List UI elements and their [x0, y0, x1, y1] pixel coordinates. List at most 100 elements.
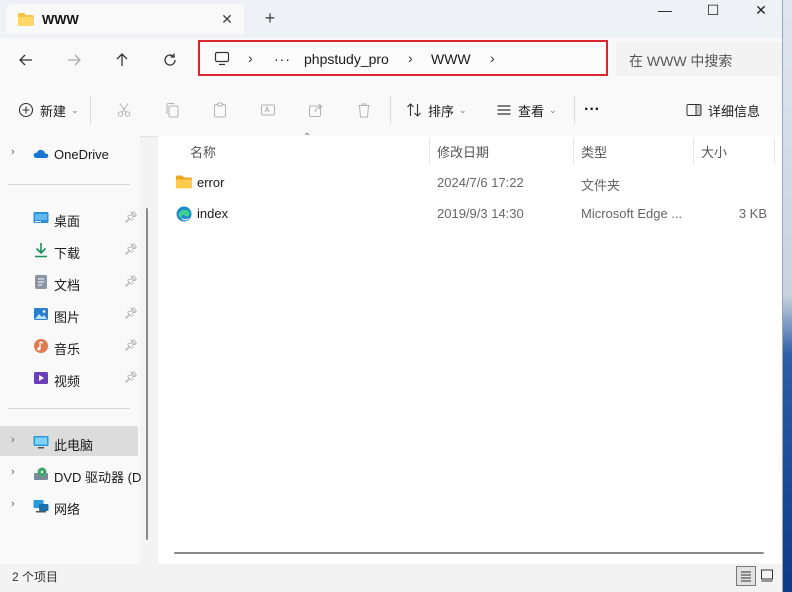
large-icons-view-button[interactable]: [758, 566, 778, 586]
breadcrumb-phpstudy-pro[interactable]: phpstudy_pro: [304, 51, 389, 67]
search-box[interactable]: 在 WWW 中搜索: [616, 42, 782, 76]
maximize-button[interactable]: ☐: [690, 0, 736, 22]
details-view-button[interactable]: [736, 566, 756, 586]
column-divider[interactable]: [774, 138, 775, 164]
command-bar: 新建 ⌄ 排序 ⌄ 查看 ⌄ ··· 详细信息: [0, 82, 782, 137]
rename-button[interactable]: [260, 100, 276, 120]
column-divider[interactable]: [573, 138, 574, 164]
sidebar-item-this-pc[interactable]: › 此电脑: [0, 426, 138, 456]
sort-ascending-icon: ⌃: [303, 132, 312, 143]
document-icon: [33, 274, 49, 290]
navigation-pane-scrollbar[interactable]: [146, 208, 148, 540]
cloud-icon: [33, 146, 49, 162]
pin-icon[interactable]: 📌︎: [124, 339, 138, 352]
sidebar-label-onedrive: OneDrive: [54, 147, 109, 162]
new-button[interactable]: 新建 ⌄: [18, 100, 79, 120]
pin-icon[interactable]: 📌︎: [124, 371, 138, 384]
sidebar-item-desktop[interactable]: 桌面 📌︎: [0, 202, 138, 232]
file-modified: 2024/7/6 17:22: [437, 175, 524, 190]
sidebar-item-network[interactable]: › 网络: [0, 490, 138, 520]
arrow-up-icon: [116, 53, 128, 66]
file-type: Microsoft Edge ...: [581, 206, 683, 221]
sidebar-item-downloads[interactable]: 下载 📌︎: [0, 234, 138, 264]
sort-button[interactable]: 排序 ⌄: [406, 100, 467, 120]
tab-close-button[interactable]: ✕: [218, 10, 236, 28]
music-icon: [33, 338, 49, 354]
picture-icon: [33, 306, 49, 322]
chevron-down-icon: ⌄: [71, 104, 79, 115]
pin-icon[interactable]: 📌︎: [124, 243, 138, 256]
up-button[interactable]: [107, 45, 137, 75]
pin-icon[interactable]: 📌︎: [124, 275, 138, 288]
sidebar-item-pictures[interactable]: 图片 📌︎: [0, 298, 138, 328]
details-pane-icon: [686, 104, 702, 116]
breadcrumb-overflow-button[interactable]: ···: [274, 51, 291, 67]
sidebar-item-videos[interactable]: 视频 📌︎: [0, 362, 138, 392]
chevron-right-icon[interactable]: ›: [11, 146, 15, 158]
chevron-right-icon[interactable]: ›: [11, 498, 15, 510]
tab-www[interactable]: WWW ✕: [6, 4, 244, 34]
sidebar-label-downloads: 下载: [54, 246, 81, 261]
sidebar-label-pictures: 图片: [54, 310, 81, 325]
refresh-icon: [164, 53, 176, 66]
file-list-scrollbar[interactable]: [174, 552, 764, 554]
minimize-button[interactable]: —: [642, 0, 688, 22]
status-bar: 2 个项目: [0, 564, 782, 592]
column-divider[interactable]: [429, 138, 430, 164]
sidebar-item-music[interactable]: 音乐 📌︎: [0, 330, 138, 360]
search-input[interactable]: 在 WWW 中搜索: [629, 51, 732, 71]
more-options-button[interactable]: ···: [584, 100, 600, 120]
table-row[interactable]: error 2024/7/6 17:22 文件夹: [158, 168, 782, 198]
table-row[interactable]: index 2019/9/3 14:30 Microsoft Edge ... …: [158, 199, 782, 229]
chevron-right-icon[interactable]: ›: [11, 466, 15, 478]
column-header-modified[interactable]: 修改日期: [437, 142, 489, 166]
cut-button[interactable]: [116, 100, 132, 120]
sidebar-item-documents[interactable]: 文档 📌︎: [0, 266, 138, 296]
navigation-pane: › OneDrive 桌面 📌︎ 下载 📌︎ 文档 📌︎ 图片 📌︎ 音乐 📌︎…: [0, 136, 141, 564]
share-icon: [309, 103, 323, 117]
breadcrumb-separator[interactable]: ›: [248, 50, 253, 66]
back-button[interactable]: [11, 45, 41, 75]
chevron-down-icon: ⌄: [459, 104, 467, 115]
view-list-icon: [497, 105, 511, 115]
breadcrumb-separator[interactable]: ›: [408, 50, 413, 66]
divider: [8, 408, 130, 409]
details-view-icon: [741, 571, 751, 582]
sidebar-label-this-pc: 此电脑: [54, 438, 94, 453]
pin-icon[interactable]: 📌︎: [124, 211, 138, 224]
column-header-type[interactable]: 类型: [581, 142, 607, 166]
refresh-button[interactable]: [155, 45, 185, 75]
file-explorer-window: WWW ✕ + — ☐ ✕ › ··· phpstudy_pro › WWW ›…: [0, 0, 783, 592]
forward-button[interactable]: [59, 45, 89, 75]
dvd-drive-icon: [33, 466, 49, 482]
column-header-size[interactable]: 大小: [701, 142, 727, 166]
edge-icon: [176, 206, 192, 225]
sidebar-label-music: 音乐: [54, 342, 81, 357]
pin-icon[interactable]: 📌︎: [124, 307, 138, 320]
sidebar-item-dvd-drive[interactable]: › DVD 驱动器 (D: [0, 458, 141, 488]
breadcrumb-www[interactable]: WWW: [431, 51, 471, 67]
delete-button[interactable]: [356, 100, 372, 120]
file-name: error: [197, 175, 225, 190]
breadcrumb-separator[interactable]: ›: [490, 50, 495, 66]
download-icon: [33, 242, 49, 258]
new-tab-button[interactable]: +: [260, 8, 280, 28]
share-button[interactable]: [308, 100, 324, 120]
sidebar-label-network: 网络: [54, 502, 81, 517]
address-bar[interactable]: › ··· phpstudy_pro › WWW ›: [198, 40, 608, 76]
paste-icon: [214, 102, 226, 118]
divider: [574, 96, 575, 124]
sidebar-item-onedrive[interactable]: › OneDrive: [0, 138, 138, 168]
network-icon: [33, 498, 49, 514]
arrow-right-icon: [68, 54, 81, 66]
copy-button[interactable]: [164, 100, 180, 120]
divider: [8, 184, 130, 185]
close-window-button[interactable]: ✕: [738, 0, 782, 22]
sidebar-label-desktop: 桌面: [54, 214, 81, 229]
column-divider[interactable]: [693, 138, 694, 164]
view-button[interactable]: 查看 ⌄: [496, 100, 557, 120]
details-pane-button[interactable]: 详细信息: [686, 100, 760, 120]
paste-button[interactable]: [212, 100, 228, 120]
chevron-right-icon[interactable]: ›: [11, 434, 15, 446]
column-header-name[interactable]: 名称: [190, 142, 216, 166]
